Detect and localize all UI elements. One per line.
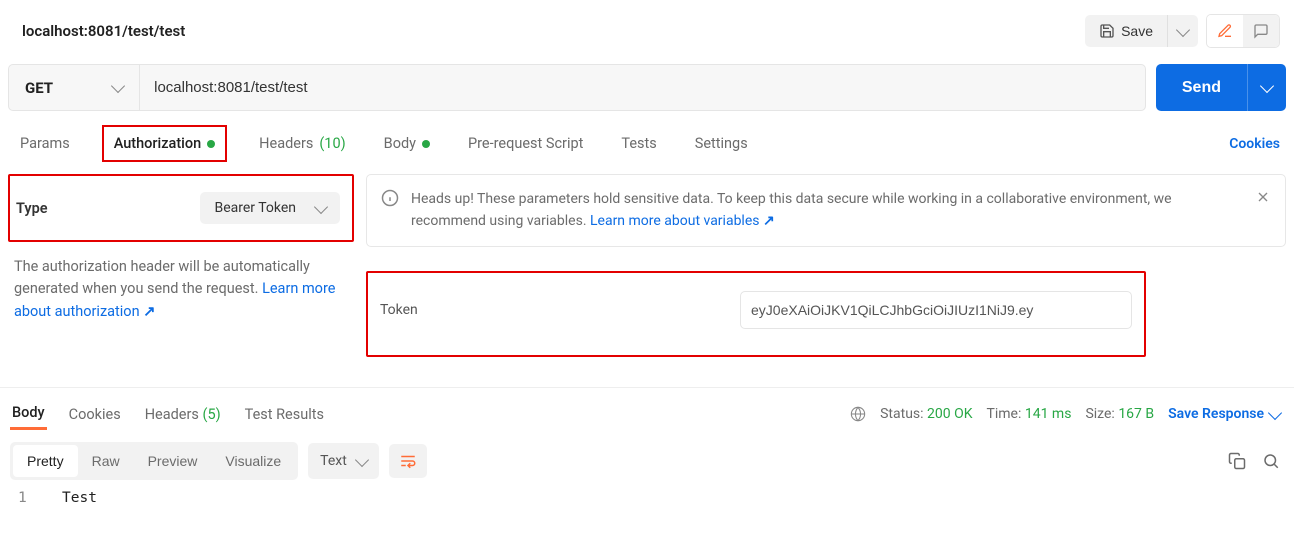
copy-response-button[interactable] [1228,452,1246,470]
tab-headers[interactable]: Headers (10) [253,131,352,156]
tab-settings[interactable]: Settings [689,131,754,156]
chevron-down-icon [1268,406,1282,420]
save-icon [1099,23,1115,39]
status-dot-icon [207,140,215,148]
learn-more-variables-link[interactable]: Learn more about variables [590,213,775,229]
cookies-link[interactable]: Cookies [1229,136,1286,152]
response-tab-cookies[interactable]: Cookies [67,400,123,429]
size-label: Size: 167 B [1085,406,1154,422]
view-mode-visualize[interactable]: Visualize [211,445,295,477]
line-number: 1 [18,490,27,506]
copy-icon [1228,452,1246,470]
save-button[interactable]: Save [1085,15,1167,47]
response-tab-test-results[interactable]: Test Results [243,400,326,429]
comment-icon [1253,23,1269,39]
info-icon [381,189,399,207]
wrap-lines-button[interactable] [389,444,427,478]
response-body[interactable]: 1 Test [0,480,1294,526]
chevron-down-icon [314,199,328,213]
tab-authorization[interactable]: Authorization [102,125,227,162]
tab-authorization-label: Authorization [114,135,201,152]
save-dropdown[interactable] [1167,15,1198,47]
chevron-down-icon [111,79,125,93]
close-icon [1255,189,1271,205]
tab-title: localhost:8081/test/test [22,22,185,40]
tab-tests[interactable]: Tests [615,131,662,156]
response-tab-body[interactable]: Body [10,398,47,430]
token-input[interactable] [740,291,1132,329]
globe-icon[interactable] [850,406,866,422]
search-response-button[interactable] [1262,452,1280,470]
tab-headers-count: (10) [319,135,345,152]
save-response-button[interactable]: Save Response [1168,406,1280,422]
send-dropdown[interactable] [1247,64,1286,111]
tab-headers-label: Headers [259,135,313,152]
pencil-icon [1217,23,1233,39]
token-label: Token [380,302,740,318]
response-format-select[interactable]: Text [308,443,379,479]
tab-body[interactable]: Body [378,131,436,156]
auth-type-select[interactable]: Bearer Token [200,192,340,224]
tab-pre-request-script[interactable]: Pre-request Script [462,131,589,156]
time-label: Time: 141 ms [987,406,1072,422]
tab-params[interactable]: Params [14,131,76,156]
save-label: Save [1121,23,1153,39]
close-banner-button[interactable] [1255,189,1271,205]
response-tab-headers[interactable]: Headers (5) [143,400,223,429]
auth-type-value: Bearer Token [214,200,296,216]
view-mode-preview[interactable]: Preview [134,445,212,477]
auth-description: The authorization header will be automat… [8,242,354,323]
chevron-down-icon [1260,79,1274,93]
response-tab-headers-label: Headers [145,406,199,423]
method-value: GET [25,79,53,97]
chevron-down-icon [355,453,369,467]
status-dot-icon [422,140,430,148]
status-label: Status: 200 OK [880,406,972,422]
view-mode-pretty[interactable]: Pretty [13,445,78,477]
banner-message: Heads up! These parameters hold sensitiv… [411,189,1243,232]
format-value: Text [320,453,347,469]
comments-button[interactable] [1243,15,1279,47]
view-mode-raw[interactable]: Raw [78,445,134,477]
url-input[interactable] [140,65,1145,110]
send-button[interactable]: Send [1156,64,1247,111]
chevron-down-icon [1176,22,1190,36]
auth-type-label: Type [16,200,48,217]
wrap-icon [399,453,417,469]
edit-button[interactable] [1207,15,1243,47]
search-icon [1262,452,1280,470]
http-method-select[interactable]: GET [9,65,140,110]
response-tab-headers-count: (5) [202,406,220,423]
response-body-line: Test [62,490,97,506]
tab-body-label: Body [384,135,416,152]
